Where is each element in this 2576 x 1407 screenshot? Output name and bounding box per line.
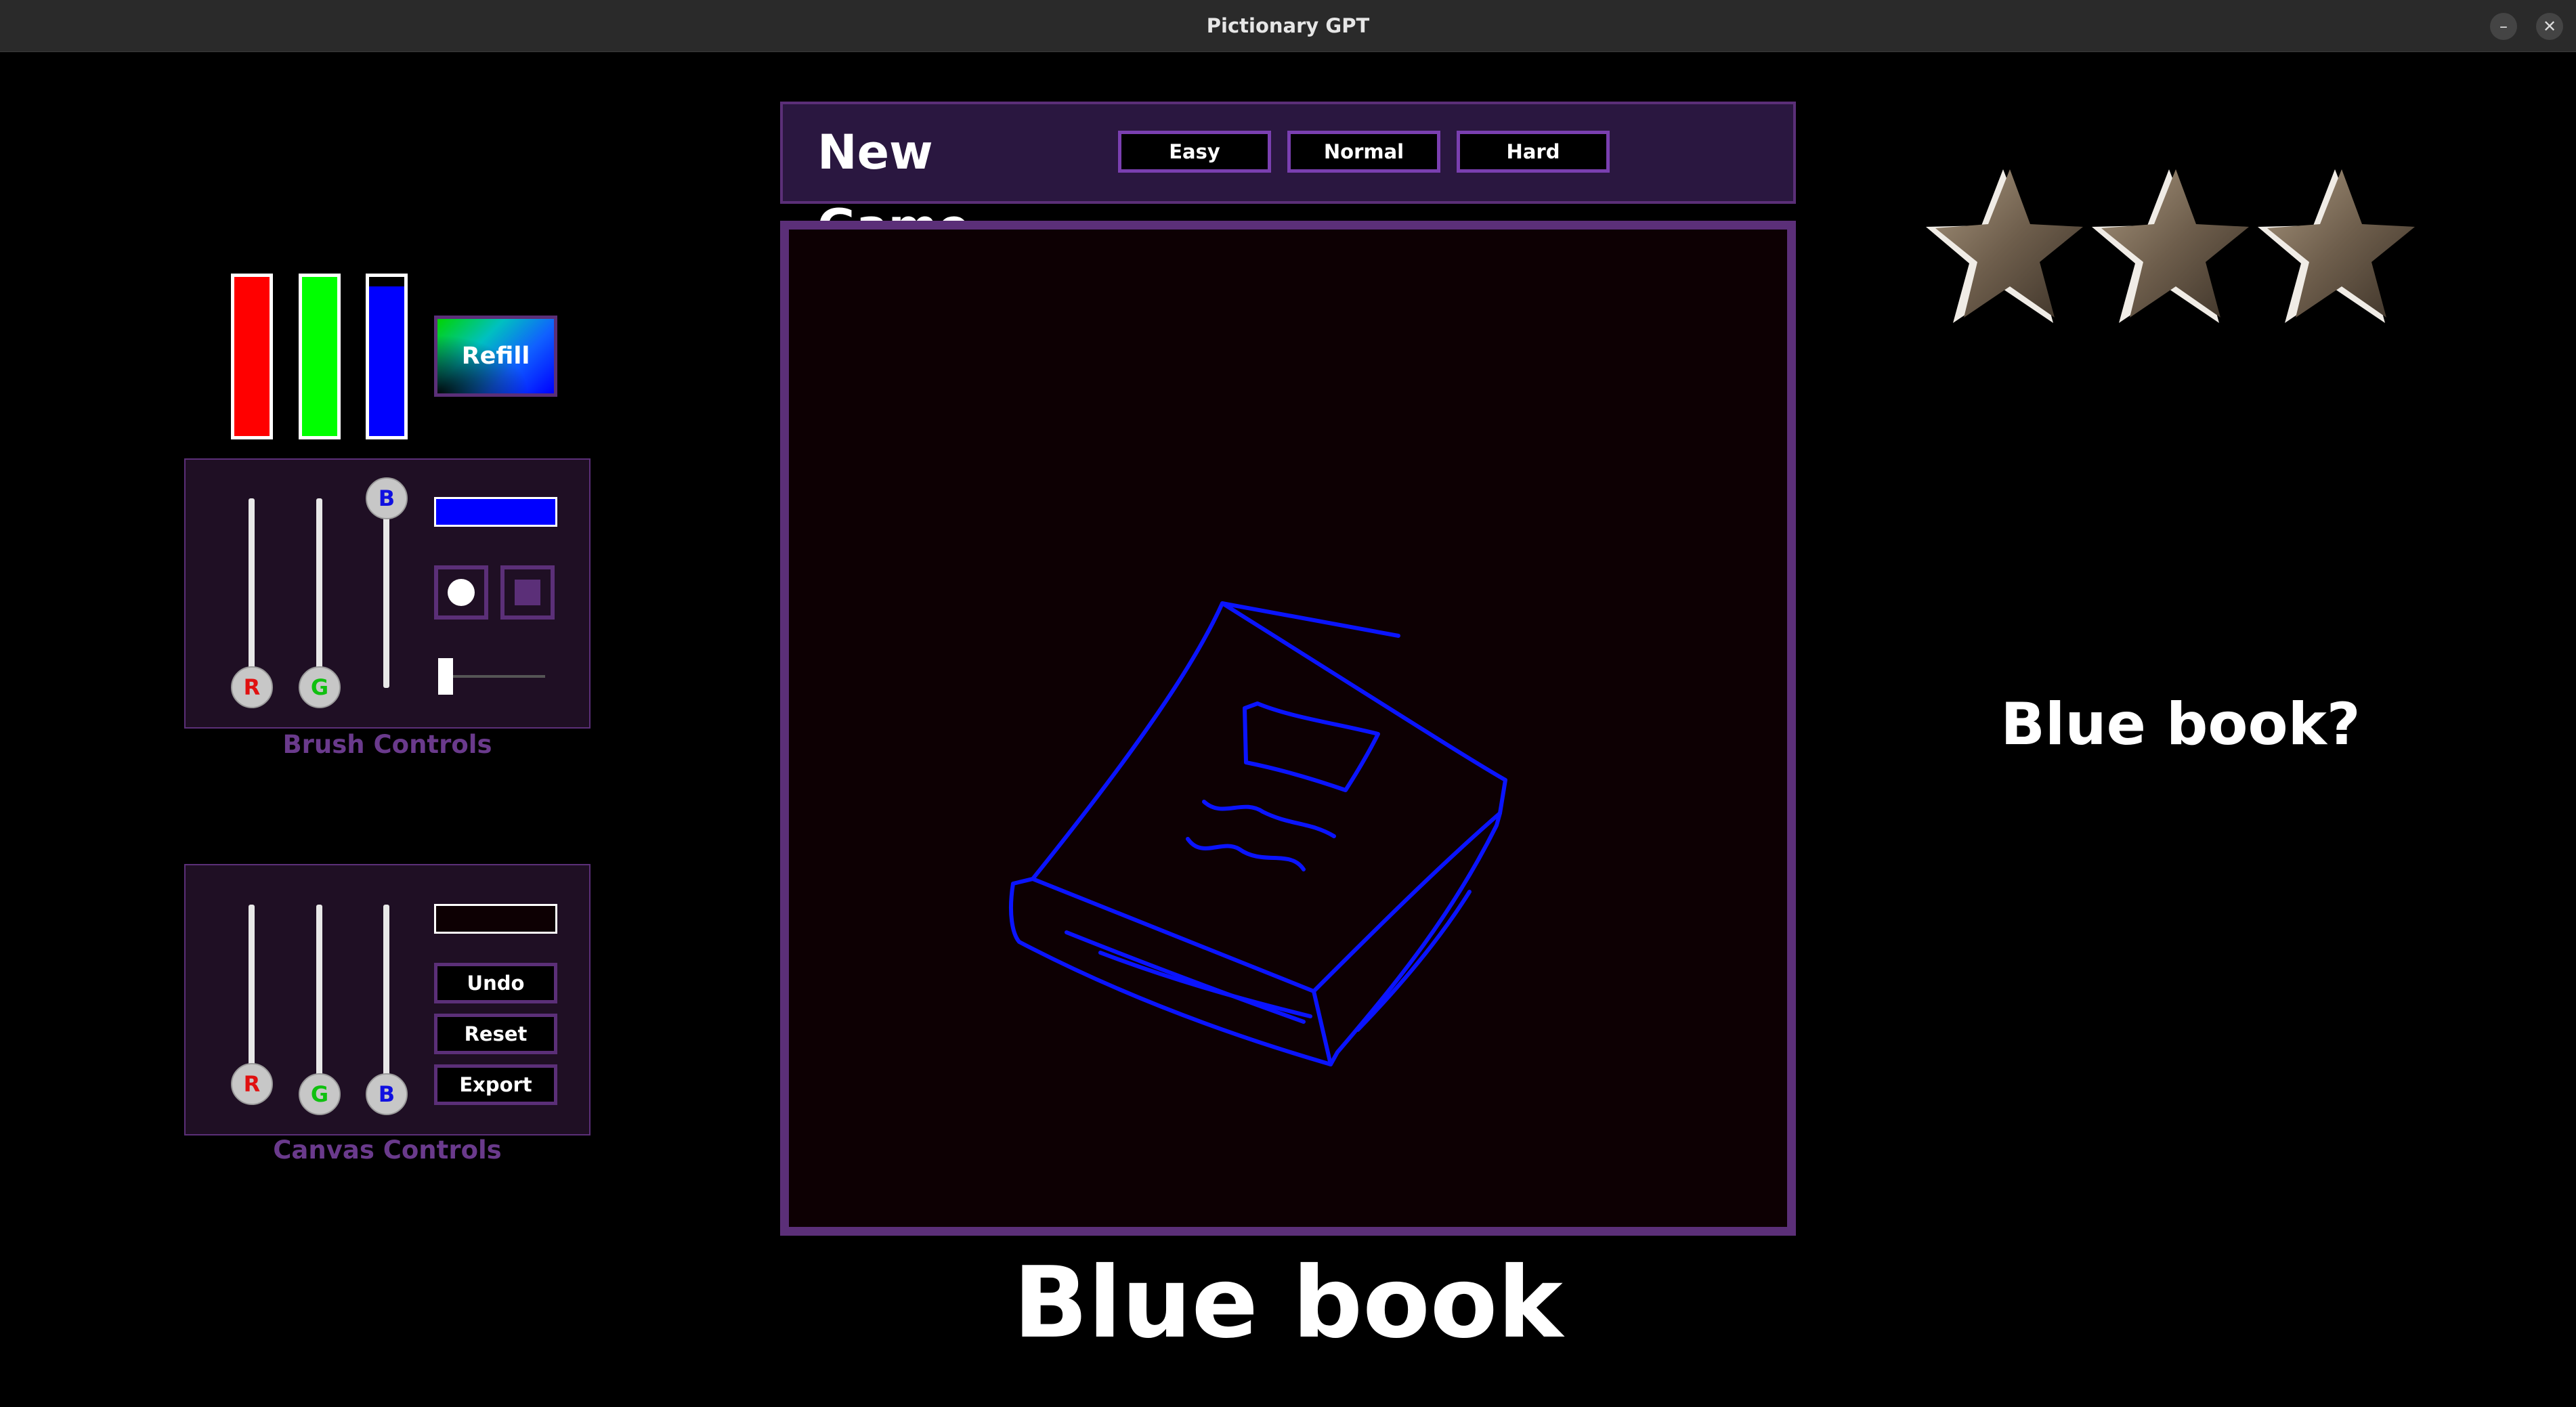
star-icon	[2258, 169, 2415, 323]
close-button[interactable]: ✕	[2536, 13, 2563, 40]
refill-button[interactable]: Refill	[434, 316, 557, 397]
book-drawing	[1008, 601, 1507, 1066]
window-titlebar: Pictionary GPT – ✕	[0, 0, 2576, 52]
hard-button[interactable]: Hard	[1457, 131, 1610, 173]
target-word: Blue book	[1013, 1246, 1563, 1360]
brush-blue-slider-knob[interactable]: B	[366, 477, 408, 519]
canvas-color-swatch	[434, 904, 557, 934]
canvas-red-slider-knob[interactable]: R	[231, 1063, 273, 1105]
brush-red-slider-knob[interactable]: R	[231, 666, 273, 708]
green-ink-level	[302, 277, 337, 436]
brush-green-slider-track[interactable]	[316, 498, 322, 688]
square-brush-icon	[515, 580, 540, 605]
easy-button[interactable]: Easy	[1118, 131, 1271, 173]
circle-brush-button[interactable]	[434, 565, 488, 620]
canvas-blue-slider-track[interactable]	[383, 905, 389, 1094]
circle-brush-icon	[448, 579, 475, 606]
brush-red-slider-track[interactable]	[249, 498, 255, 688]
brush-size-slider-track[interactable]	[444, 675, 545, 678]
reset-button[interactable]: Reset	[434, 1014, 557, 1054]
undo-button[interactable]: Undo	[434, 963, 557, 1003]
star-icon	[1926, 169, 2083, 323]
refill-label: Refill	[461, 343, 530, 370]
brush-size-slider-handle[interactable]	[438, 658, 453, 695]
brush-green-slider-knob[interactable]: G	[299, 666, 341, 708]
canvas-blue-slider-knob[interactable]: B	[366, 1073, 408, 1115]
canvas-controls-title: Canvas Controls	[273, 1135, 502, 1165]
red-ink-level	[234, 277, 270, 436]
brush-color-swatch	[434, 497, 557, 527]
canvas-green-slider-track[interactable]	[316, 905, 322, 1094]
drawing-canvas[interactable]	[780, 221, 1796, 1236]
star-icon	[2092, 169, 2249, 323]
minimize-button[interactable]: –	[2490, 13, 2517, 40]
blue-ink-level	[369, 286, 404, 436]
blue-ink-tube	[366, 274, 408, 439]
ai-guess: Blue book?	[2000, 691, 2361, 758]
green-ink-tube	[299, 274, 341, 439]
red-ink-tube	[231, 274, 273, 439]
normal-button[interactable]: Normal	[1287, 131, 1440, 173]
brush-blue-slider-track[interactable]	[383, 498, 389, 688]
window-title: Pictionary GPT	[1206, 14, 1370, 37]
brush-controls-title: Brush Controls	[282, 730, 492, 759]
canvas-green-slider-knob[interactable]: G	[299, 1073, 341, 1115]
export-button[interactable]: Export	[434, 1064, 557, 1105]
square-brush-button[interactable]	[500, 565, 555, 620]
new-game-label: New Game	[817, 125, 970, 255]
